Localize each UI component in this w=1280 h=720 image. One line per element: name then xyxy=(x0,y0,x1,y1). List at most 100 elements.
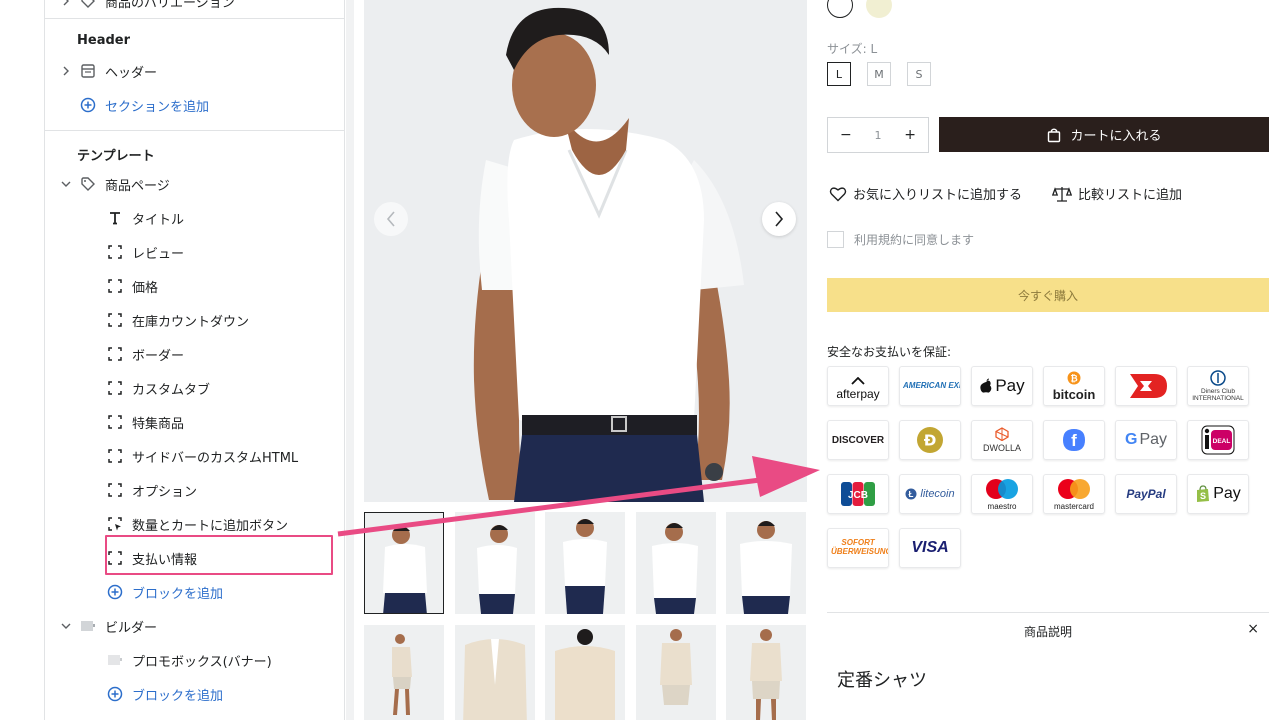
wishlist-link[interactable]: お気に入りリストに追加する xyxy=(829,184,1022,203)
svg-text:f: f xyxy=(1071,431,1077,450)
discover-icon: DISCOVER xyxy=(827,420,889,460)
heart-icon xyxy=(829,186,847,201)
add-section-label: セクションを追加 xyxy=(105,99,210,115)
block-icon xyxy=(104,343,126,365)
dogecoin-icon: Đ xyxy=(899,420,961,460)
ideal-icon: DEAL xyxy=(1187,420,1249,460)
text-icon xyxy=(104,207,126,229)
thumbnail-9[interactable] xyxy=(636,625,716,720)
shopping-bag-icon xyxy=(1048,127,1061,142)
quantity-stepper: − 1 + xyxy=(827,117,929,153)
svg-text:S: S xyxy=(1200,491,1206,501)
maestro-icon: maestro xyxy=(971,474,1033,514)
panel-gap xyxy=(346,0,354,720)
block-item-options[interactable]: オプション xyxy=(45,475,345,505)
block-label: タイトル xyxy=(132,212,185,228)
jcb-icon: JCB xyxy=(827,474,889,514)
sidebar-item-product-page[interactable]: 商品ページ xyxy=(45,169,345,199)
svg-text:DEAL: DEAL xyxy=(1213,438,1231,445)
buy-now-button[interactable]: 今すぐ購入 xyxy=(827,278,1269,312)
chevron-right-icon xyxy=(775,211,784,227)
thumbnail-5[interactable] xyxy=(726,512,806,614)
thumbnail-10[interactable] xyxy=(726,625,806,720)
svg-text:₿: ₿ xyxy=(1070,374,1077,384)
terms-checkbox[interactable] xyxy=(827,231,844,248)
tag-icon xyxy=(77,0,99,12)
section-title-header: Header xyxy=(77,33,131,48)
description-heading: 定番シャツ xyxy=(837,670,927,691)
add-section-button[interactable]: セクションを追加 xyxy=(45,90,345,120)
divider xyxy=(45,130,345,131)
block-item-featured-product[interactable]: 特集商品 xyxy=(45,407,345,437)
chevron-down-icon xyxy=(55,622,77,630)
add-to-cart-label: カートに入れる xyxy=(1070,129,1162,144)
builder-icon xyxy=(77,615,99,637)
description-tab[interactable]: 商品説明 × xyxy=(827,612,1269,646)
color-swatch-cream[interactable] xyxy=(866,0,892,18)
sidebar-item-label: 商品のバリエーション xyxy=(105,0,235,11)
sidebar-item-label: ビルダー xyxy=(105,620,158,636)
description-tab-title: 商品説明 xyxy=(1023,625,1072,639)
apple-pay-icon: Pay xyxy=(971,366,1033,406)
add-to-cart-button[interactable]: カートに入れる xyxy=(939,117,1269,152)
block-label: カスタムタブ xyxy=(132,382,211,398)
section-title-template: テンプレート xyxy=(77,149,155,164)
block-item-promo-box[interactable]: プロモボックス(バナー) xyxy=(45,645,345,675)
block-item-title[interactable]: タイトル xyxy=(45,203,345,233)
sidebar-item-header[interactable]: ヘッダー xyxy=(45,56,345,86)
add-block-label: ブロックを追加 xyxy=(132,586,224,602)
model-photo xyxy=(364,0,807,502)
thumbnail-6[interactable] xyxy=(364,625,444,720)
divider xyxy=(45,18,345,19)
block-label: サイドバーのカスタムHTML xyxy=(132,450,299,466)
qty-plus-button[interactable]: + xyxy=(904,127,916,143)
qty-value[interactable]: 1 xyxy=(875,129,882,142)
thumbnail-2[interactable] xyxy=(455,512,535,614)
block-item-review[interactable]: レビュー xyxy=(45,237,345,267)
size-option-l[interactable]: L xyxy=(827,62,851,86)
block-item-price[interactable]: 価格 xyxy=(45,271,345,301)
block-label: 在庫カウントダウン xyxy=(132,314,250,330)
payment-title: 安全なお支払いを保証: xyxy=(827,345,952,359)
compare-label: 比較リストに追加 xyxy=(1078,188,1183,203)
block-item-stock-countdown[interactable]: 在庫カウントダウン xyxy=(45,305,345,335)
thumbnail-7[interactable] xyxy=(455,625,535,720)
thumbnail-4[interactable] xyxy=(636,512,716,614)
plus-circle-icon xyxy=(77,94,99,116)
thumbnail-3[interactable] xyxy=(545,512,625,614)
sidebar-item-variations[interactable]: 商品のバリエーション xyxy=(45,0,345,16)
sidebar-item-builder[interactable]: ビルダー xyxy=(45,611,345,641)
thumbnail-8[interactable] xyxy=(545,625,625,720)
qty-minus-button[interactable]: − xyxy=(840,127,852,143)
size-option-m[interactable]: M xyxy=(867,62,891,86)
visa-icon: VISA xyxy=(899,528,961,568)
forbrugsforeningen-icon: f xyxy=(1043,420,1105,460)
tag-icon xyxy=(77,173,99,195)
gallery-prev-button[interactable] xyxy=(374,202,408,236)
product-main-image[interactable] xyxy=(364,0,807,502)
block-item-border[interactable]: ボーダー xyxy=(45,339,345,369)
size-label: サイズ: L xyxy=(827,42,878,56)
gallery-next-button[interactable] xyxy=(762,202,796,236)
block-label: 数量とカートに追加ボタン xyxy=(132,518,289,534)
sofort-icon: SOFORT ÜBERWEISUNG xyxy=(827,528,889,568)
terms-checkbox-row[interactable]: 利用規約に同意します xyxy=(827,231,974,248)
sidebar-item-label: ヘッダー xyxy=(105,65,158,81)
mastercard-icon: mastercard xyxy=(1043,474,1105,514)
close-icon[interactable]: × xyxy=(1247,621,1259,637)
color-swatch-white[interactable] xyxy=(827,0,853,18)
size-option-s[interactable]: S xyxy=(907,62,931,86)
block-label: オプション xyxy=(132,484,198,500)
wishlist-label: お気に入りリストに追加する xyxy=(853,188,1023,203)
add-block-button-builder[interactable]: ブロックを追加 xyxy=(45,679,345,709)
add-block-label: ブロックを追加 xyxy=(132,688,224,704)
block-item-sidebar-html[interactable]: サイドバーのカスタムHTML xyxy=(45,441,345,471)
compare-link[interactable]: 比較リストに追加 xyxy=(1052,184,1182,203)
add-block-button[interactable]: ブロックを追加 xyxy=(45,577,345,607)
thumbnail-1[interactable] xyxy=(364,512,444,614)
svg-text:JCB: JCB xyxy=(848,490,868,501)
block-label: ボーダー xyxy=(132,348,185,364)
block-item-custom-tab[interactable]: カスタムタブ xyxy=(45,373,345,403)
chevron-left-icon xyxy=(386,211,395,227)
promo-block-icon xyxy=(104,649,126,671)
